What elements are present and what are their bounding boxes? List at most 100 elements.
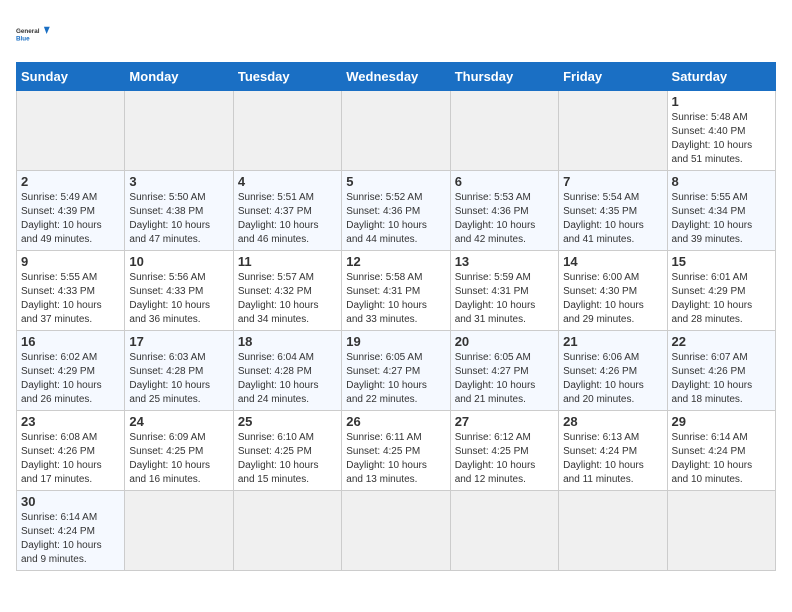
day-info: Sunrise: 6:03 AM Sunset: 4:28 PM Dayligh… bbox=[129, 351, 228, 407]
day-number: 21 bbox=[563, 334, 662, 349]
day-info: Sunrise: 5:49 AM Sunset: 4:39 PM Dayligh… bbox=[21, 191, 120, 247]
calendar-day bbox=[667, 491, 775, 571]
day-number: 20 bbox=[455, 334, 554, 349]
calendar-day: 13Sunrise: 5:59 AM Sunset: 4:31 PM Dayli… bbox=[450, 251, 558, 331]
svg-text:General: General bbox=[16, 28, 40, 35]
column-header-sunday: Sunday bbox=[17, 63, 125, 91]
day-info: Sunrise: 6:00 AM Sunset: 4:30 PM Dayligh… bbox=[563, 271, 662, 327]
calendar-day: 8 Sunrise: 5:55 AM Sunset: 4:34 PM Daylig… bbox=[667, 171, 775, 251]
day-number: 2 bbox=[21, 174, 120, 189]
day-number: 14 bbox=[563, 254, 662, 269]
calendar-day: 25 Sunrise: 6:10 AM Sunset: 4:25 PM Dayli… bbox=[233, 411, 341, 491]
calendar-week-5: 23 Sunrise: 6:08 AM Sunset: 4:26 PM Dayli… bbox=[17, 411, 776, 491]
day-number: 12 bbox=[346, 254, 445, 269]
calendar-day: 11 Sunrise: 5:57 AM Sunset: 4:32 PM Dayli… bbox=[233, 251, 341, 331]
calendar-day: 9 Sunrise: 5:55 AM Sunset: 4:33 PM Daylig… bbox=[17, 251, 125, 331]
day-number: 5 bbox=[346, 174, 445, 189]
calendar-day bbox=[233, 491, 341, 571]
calendar-day: 19 Sunrise: 6:05 AM Sunset: 4:27 PM Dayli… bbox=[342, 331, 450, 411]
calendar-day: 5 Sunrise: 5:52 AM Sunset: 4:36 PM Daylig… bbox=[342, 171, 450, 251]
calendar-day: 28 Sunrise: 6:13 AM Sunset: 4:24 PM Dayli… bbox=[559, 411, 667, 491]
day-number: 11 bbox=[238, 254, 337, 269]
day-number: 24 bbox=[129, 414, 228, 429]
day-info: Sunrise: 5:56 AM Sunset: 4:33 PM Dayligh… bbox=[129, 271, 228, 327]
column-header-monday: Monday bbox=[125, 63, 233, 91]
calendar-day: 26 Sunrise: 6:11 AM Sunset: 4:25 PM Dayli… bbox=[342, 411, 450, 491]
calendar-header-row: SundayMondayTuesdayWednesdayThursdayFrid… bbox=[17, 63, 776, 91]
day-info: Sunrise: 6:02 AM Sunset: 4:29 PM Dayligh… bbox=[21, 351, 120, 407]
day-number: 15 bbox=[672, 254, 771, 269]
day-number: 26 bbox=[346, 414, 445, 429]
calendar-day bbox=[233, 91, 341, 171]
calendar-day: 18Sunrise: 6:04 AM Sunset: 4:28 PM Dayli… bbox=[233, 331, 341, 411]
day-info: Sunrise: 6:13 AM Sunset: 4:24 PM Dayligh… bbox=[563, 431, 662, 487]
day-number: 22 bbox=[672, 334, 771, 349]
calendar-week-4: 16 Sunrise: 6:02 AM Sunset: 4:29 PM Dayli… bbox=[17, 331, 776, 411]
calendar-day: 29Sunrise: 6:14 AM Sunset: 4:24 PM Dayli… bbox=[667, 411, 775, 491]
day-info: Sunrise: 5:50 AM Sunset: 4:38 PM Dayligh… bbox=[129, 191, 228, 247]
day-number: 28 bbox=[563, 414, 662, 429]
calendar-day: 7Sunrise: 5:54 AM Sunset: 4:35 PM Daylig… bbox=[559, 171, 667, 251]
generalblue-logo-icon: GeneralBlue bbox=[16, 16, 52, 52]
calendar-day bbox=[342, 91, 450, 171]
day-number: 7 bbox=[563, 174, 662, 189]
calendar-week-2: 2 Sunrise: 5:49 AM Sunset: 4:39 PM Daylig… bbox=[17, 171, 776, 251]
calendar-day: 3 Sunrise: 5:50 AM Sunset: 4:38 PM Daylig… bbox=[125, 171, 233, 251]
day-info: Sunrise: 6:08 AM Sunset: 4:26 PM Dayligh… bbox=[21, 431, 120, 487]
calendar-day: 17 Sunrise: 6:03 AM Sunset: 4:28 PM Dayli… bbox=[125, 331, 233, 411]
day-info: Sunrise: 5:48 AM Sunset: 4:40 PM Dayligh… bbox=[672, 111, 771, 167]
calendar-day bbox=[559, 91, 667, 171]
day-info: Sunrise: 5:52 AM Sunset: 4:36 PM Dayligh… bbox=[346, 191, 445, 247]
day-number: 6 bbox=[455, 174, 554, 189]
logo: GeneralBlue bbox=[16, 16, 52, 52]
calendar-day: 16 Sunrise: 6:02 AM Sunset: 4:29 PM Dayli… bbox=[17, 331, 125, 411]
day-number: 13 bbox=[455, 254, 554, 269]
calendar-day bbox=[559, 491, 667, 571]
column-header-tuesday: Tuesday bbox=[233, 63, 341, 91]
day-info: Sunrise: 6:14 AM Sunset: 4:24 PM Dayligh… bbox=[672, 431, 771, 487]
day-info: Sunrise: 5:55 AM Sunset: 4:34 PM Dayligh… bbox=[672, 191, 771, 247]
day-number: 17 bbox=[129, 334, 228, 349]
day-number: 18 bbox=[238, 334, 337, 349]
day-number: 8 bbox=[672, 174, 771, 189]
calendar-day bbox=[342, 491, 450, 571]
day-info: Sunrise: 6:10 AM Sunset: 4:25 PM Dayligh… bbox=[238, 431, 337, 487]
calendar-day bbox=[450, 91, 558, 171]
day-info: Sunrise: 5:51 AM Sunset: 4:37 PM Dayligh… bbox=[238, 191, 337, 247]
day-info: Sunrise: 5:53 AM Sunset: 4:36 PM Dayligh… bbox=[455, 191, 554, 247]
calendar-week-6: 30Sunrise: 6:14 AM Sunset: 4:24 PM Dayli… bbox=[17, 491, 776, 571]
calendar-day: 10 Sunrise: 5:56 AM Sunset: 4:33 PM Dayli… bbox=[125, 251, 233, 331]
day-info: Sunrise: 6:06 AM Sunset: 4:26 PM Dayligh… bbox=[563, 351, 662, 407]
day-info: Sunrise: 5:57 AM Sunset: 4:32 PM Dayligh… bbox=[238, 271, 337, 327]
day-info: Sunrise: 6:14 AM Sunset: 4:24 PM Dayligh… bbox=[21, 511, 120, 567]
day-number: 25 bbox=[238, 414, 337, 429]
calendar-day: 21 Sunrise: 6:06 AM Sunset: 4:26 PM Dayli… bbox=[559, 331, 667, 411]
day-info: Sunrise: 6:05 AM Sunset: 4:27 PM Dayligh… bbox=[346, 351, 445, 407]
calendar-table: SundayMondayTuesdayWednesdayThursdayFrid… bbox=[16, 62, 776, 571]
day-info: Sunrise: 5:55 AM Sunset: 4:33 PM Dayligh… bbox=[21, 271, 120, 327]
calendar-week-3: 9 Sunrise: 5:55 AM Sunset: 4:33 PM Daylig… bbox=[17, 251, 776, 331]
column-header-wednesday: Wednesday bbox=[342, 63, 450, 91]
day-number: 3 bbox=[129, 174, 228, 189]
day-info: Sunrise: 6:12 AM Sunset: 4:25 PM Dayligh… bbox=[455, 431, 554, 487]
column-header-friday: Friday bbox=[559, 63, 667, 91]
calendar-week-1: 1Sunrise: 5:48 AM Sunset: 4:40 PM Daylig… bbox=[17, 91, 776, 171]
day-number: 10 bbox=[129, 254, 228, 269]
day-info: Sunrise: 6:01 AM Sunset: 4:29 PM Dayligh… bbox=[672, 271, 771, 327]
calendar-day: 20Sunrise: 6:05 AM Sunset: 4:27 PM Dayli… bbox=[450, 331, 558, 411]
svg-text:Blue: Blue bbox=[16, 35, 30, 42]
day-info: Sunrise: 6:09 AM Sunset: 4:25 PM Dayligh… bbox=[129, 431, 228, 487]
calendar-day bbox=[450, 491, 558, 571]
day-number: 19 bbox=[346, 334, 445, 349]
day-number: 23 bbox=[21, 414, 120, 429]
day-info: Sunrise: 6:11 AM Sunset: 4:25 PM Dayligh… bbox=[346, 431, 445, 487]
calendar-day: 4Sunrise: 5:51 AM Sunset: 4:37 PM Daylig… bbox=[233, 171, 341, 251]
day-number: 9 bbox=[21, 254, 120, 269]
day-number: 16 bbox=[21, 334, 120, 349]
calendar-day bbox=[125, 491, 233, 571]
day-info: Sunrise: 6:07 AM Sunset: 4:26 PM Dayligh… bbox=[672, 351, 771, 407]
calendar-day: 14 Sunrise: 6:00 AM Sunset: 4:30 PM Dayli… bbox=[559, 251, 667, 331]
calendar-day: 6 Sunrise: 5:53 AM Sunset: 4:36 PM Daylig… bbox=[450, 171, 558, 251]
day-number: 27 bbox=[455, 414, 554, 429]
calendar-day: 22 Sunrise: 6:07 AM Sunset: 4:26 PM Dayli… bbox=[667, 331, 775, 411]
